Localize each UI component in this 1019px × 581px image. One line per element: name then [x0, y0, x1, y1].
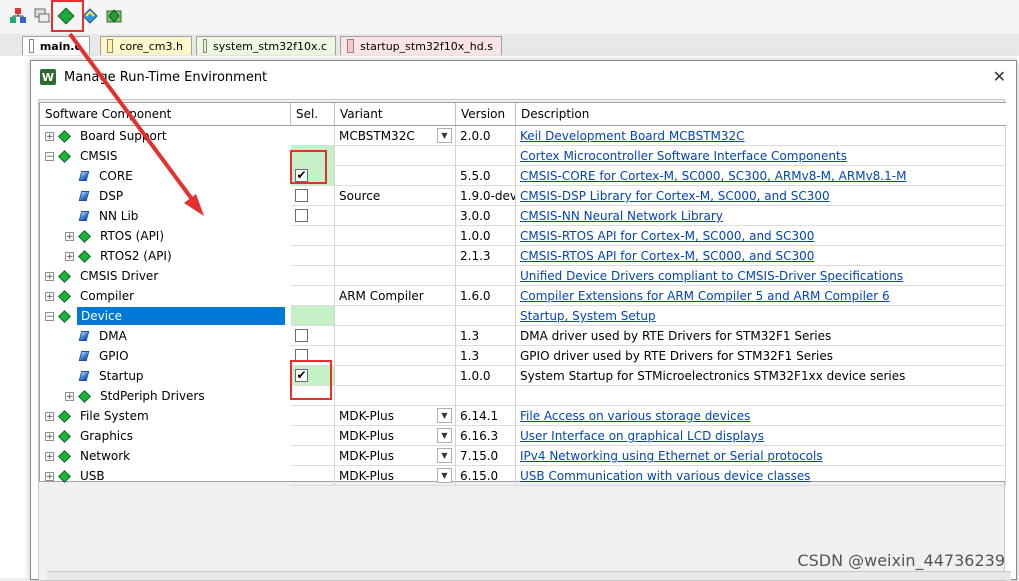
annotation-arrow	[68, 32, 204, 216]
watermark: CSDN @weixin_44736239	[797, 551, 1005, 570]
